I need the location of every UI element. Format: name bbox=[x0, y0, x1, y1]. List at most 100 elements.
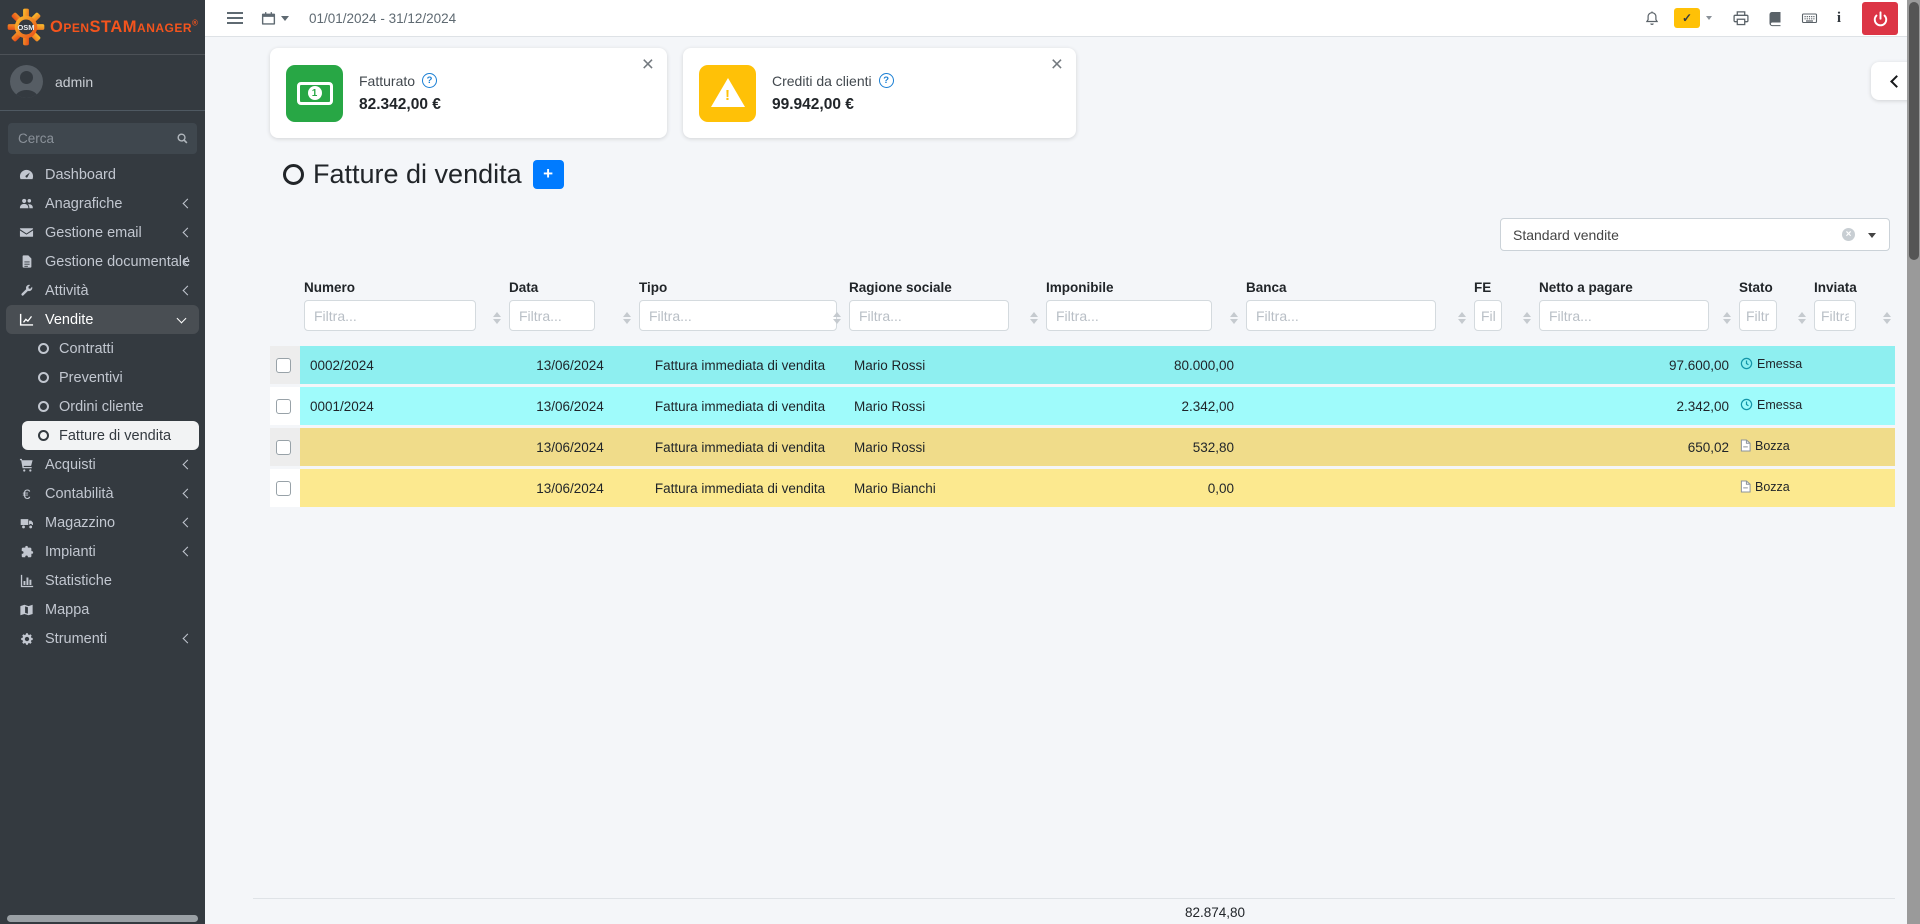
euro-icon: € bbox=[18, 487, 35, 501]
gear-icon bbox=[18, 632, 35, 646]
sidebar-subitem-fatture-di-vendita[interactable]: Fatture di vendita bbox=[22, 421, 199, 450]
table-row[interactable]: 0002/2024 13/06/2024 Fattura immediata d… bbox=[270, 346, 1895, 384]
module-filter-select[interactable]: Standard vendite bbox=[1500, 218, 1890, 251]
sidebar-item-impianti[interactable]: Impianti bbox=[0, 537, 205, 566]
sidebar-subitem-ordini-cliente[interactable]: Ordini cliente bbox=[0, 392, 205, 421]
bell-icon[interactable] bbox=[1644, 10, 1660, 27]
scrollbar-thumb[interactable] bbox=[1909, 2, 1919, 260]
table-row[interactable]: 0001/2024 13/06/2024 Fattura immediata d… bbox=[270, 387, 1895, 425]
filter-input-data[interactable] bbox=[509, 300, 595, 331]
sidebar-item-dashboard[interactable]: Dashboard bbox=[0, 160, 205, 189]
check-dropdown-button[interactable] bbox=[1674, 8, 1700, 28]
cell-ragione-sociale: Mario Bianchi bbox=[845, 469, 1042, 507]
sidebar-item-gestione-email[interactable]: Gestione email bbox=[0, 218, 205, 247]
sidebar-subitem-preventivi[interactable]: Preventivi bbox=[0, 363, 205, 392]
user-panel[interactable]: admin bbox=[0, 55, 205, 111]
sort-icons[interactable] bbox=[1883, 312, 1891, 324]
sidebar-subitem-label: Fatture di vendita bbox=[59, 428, 171, 444]
column-header-data: Data bbox=[505, 280, 635, 343]
table-row[interactable]: 13/06/2024 Fattura immediata di vendita … bbox=[270, 428, 1895, 466]
info-icon[interactable] bbox=[1834, 9, 1844, 27]
sort-icons[interactable] bbox=[833, 312, 841, 324]
sort-icons[interactable] bbox=[493, 312, 501, 324]
book-icon[interactable] bbox=[1767, 10, 1783, 27]
page-title: Fatture di vendita bbox=[313, 159, 522, 190]
app-logo[interactable]: OSM OpenSTAManager® bbox=[0, 0, 205, 55]
filter-input-stato[interactable] bbox=[1739, 300, 1777, 331]
add-invoice-button[interactable]: + bbox=[533, 160, 564, 189]
calendar-picker-button[interactable] bbox=[261, 11, 289, 26]
filter-input-netto-a-pagare[interactable] bbox=[1539, 300, 1709, 331]
printer-icon[interactable] bbox=[1732, 10, 1750, 27]
caret-down-icon[interactable] bbox=[1706, 16, 1712, 20]
keyboard-icon[interactable] bbox=[1800, 10, 1819, 26]
filter-input-inviata[interactable] bbox=[1814, 300, 1856, 331]
sort-icons[interactable] bbox=[1723, 312, 1731, 324]
truck-icon bbox=[18, 516, 35, 530]
sort-icons[interactable] bbox=[1523, 312, 1531, 324]
close-icon[interactable] bbox=[642, 52, 654, 77]
sidebar-nav: Dashboard Anagrafiche Gestione email bbox=[0, 160, 205, 653]
main-content: Fatturato 82.342,00 € Crediti da clienti… bbox=[205, 37, 1920, 924]
circle-icon bbox=[38, 343, 49, 354]
row-checkbox[interactable] bbox=[276, 440, 291, 455]
sort-icons[interactable] bbox=[1458, 312, 1466, 324]
column-label: FE bbox=[1474, 280, 1535, 295]
app-name: OpenSTAManager® bbox=[50, 18, 198, 37]
row-select-cell bbox=[270, 387, 300, 425]
cell-data: 13/06/2024 bbox=[505, 428, 635, 466]
question-circle-icon[interactable] bbox=[879, 73, 894, 88]
osm-gear-logo-icon: OSM bbox=[6, 7, 46, 47]
chevron-left-icon bbox=[1890, 75, 1903, 88]
sort-icons[interactable] bbox=[623, 312, 631, 324]
sidebar-item-vendite[interactable]: Vendite bbox=[6, 305, 199, 334]
sort-icons[interactable] bbox=[1798, 312, 1806, 324]
sort-icons[interactable] bbox=[1230, 312, 1238, 324]
table-row[interactable]: 13/06/2024 Fattura immediata di vendita … bbox=[270, 469, 1895, 507]
sidebar-item-contabilita[interactable]: € Contabilità bbox=[0, 479, 205, 508]
cell-ragione-sociale: Mario Rossi bbox=[845, 346, 1042, 384]
filter-input-imponibile[interactable] bbox=[1046, 300, 1212, 331]
sidebar-item-strumenti[interactable]: Strumenti bbox=[0, 624, 205, 653]
sidebar-item-mappa[interactable]: Mappa bbox=[0, 595, 205, 624]
sidebar-item-gestione-documentale[interactable]: Gestione documentale bbox=[0, 247, 205, 276]
cell-netto-a-pagare: 97.600,00 bbox=[1535, 346, 1735, 384]
table-footer-divider bbox=[253, 898, 1895, 899]
row-checkbox[interactable] bbox=[276, 399, 291, 414]
row-select-cell bbox=[270, 428, 300, 466]
cell-inviata bbox=[1810, 428, 1895, 466]
hamburger-menu-icon[interactable] bbox=[225, 8, 245, 28]
filter-input-fe[interactable] bbox=[1474, 300, 1502, 331]
row-checkbox[interactable] bbox=[276, 481, 291, 496]
date-range[interactable]: 01/01/2024 - 31/12/2024 bbox=[309, 11, 456, 26]
filter-input-ragione-sociale[interactable] bbox=[849, 300, 1009, 331]
search-input[interactable] bbox=[8, 123, 168, 154]
sidebar-item-statistiche[interactable]: Statistiche bbox=[0, 566, 205, 595]
sidebar-horizontal-scrollbar[interactable] bbox=[7, 915, 198, 922]
clock-icon bbox=[1740, 357, 1753, 370]
filter-input-tipo[interactable] bbox=[639, 300, 837, 331]
filter-input-banca[interactable] bbox=[1246, 300, 1436, 331]
clear-icon[interactable] bbox=[1842, 228, 1855, 241]
sidebar-item-acquisti[interactable]: Acquisti bbox=[0, 450, 205, 479]
question-circle-icon[interactable] bbox=[422, 73, 437, 88]
close-icon[interactable] bbox=[1051, 52, 1063, 77]
cell-fe bbox=[1470, 469, 1535, 507]
filter-input-numero[interactable] bbox=[304, 300, 476, 331]
cell-banca bbox=[1242, 469, 1470, 507]
sidebar-item-attivita[interactable]: Attività bbox=[0, 276, 205, 305]
search-button[interactable] bbox=[168, 123, 197, 154]
cell-netto-a-pagare: 650,02 bbox=[1535, 428, 1735, 466]
calendar-icon bbox=[261, 11, 276, 26]
vertical-scrollbar[interactable] bbox=[1907, 0, 1920, 924]
chevron-down-icon bbox=[177, 313, 187, 323]
chevron-left-icon bbox=[183, 546, 193, 556]
sidebar-item-anagrafiche[interactable]: Anagrafiche bbox=[0, 189, 205, 218]
sort-icons[interactable] bbox=[1030, 312, 1038, 324]
sidebar-item-magazzino[interactable]: Magazzino bbox=[0, 508, 205, 537]
document-icon bbox=[18, 254, 35, 269]
circle-icon bbox=[38, 401, 49, 412]
sidebar-subitem-contratti[interactable]: Contratti bbox=[0, 334, 205, 363]
power-button[interactable] bbox=[1862, 2, 1898, 35]
row-checkbox[interactable] bbox=[276, 358, 291, 373]
